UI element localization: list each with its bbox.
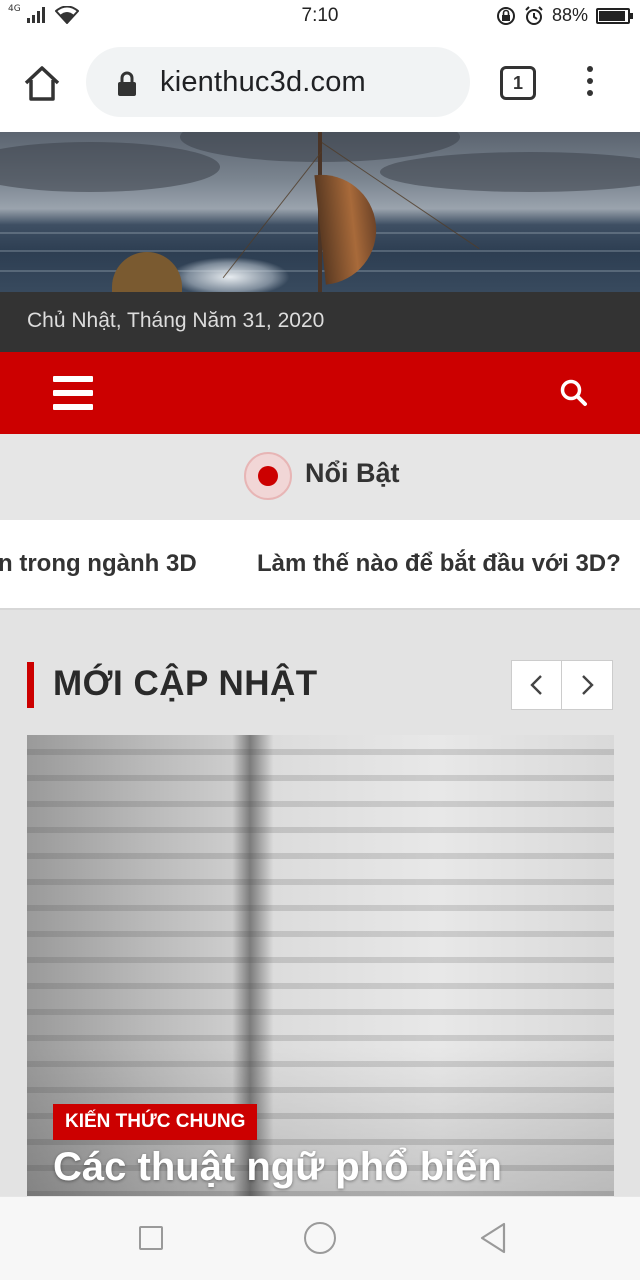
carousel-next-button[interactable]: [562, 660, 613, 710]
hero-banner-image: [0, 132, 640, 292]
hamburger-line: [53, 390, 93, 396]
home-button[interactable]: [20, 64, 64, 104]
browser-toolbar: kienthuc3d.com 1: [0, 36, 640, 132]
ship-sail: [314, 169, 382, 285]
section-accent-bar: [27, 662, 34, 708]
more-vert-icon: [587, 66, 593, 72]
system-navigation-bar: [0, 1196, 640, 1280]
recent-apps-button[interactable]: [139, 1226, 163, 1250]
rotation-lock-icon: [496, 6, 515, 25]
home-icon: [24, 66, 60, 101]
news-ticker: n trong ngành 3D Làm thế nào để bắt đầu …: [0, 520, 640, 610]
battery-level: [599, 10, 626, 21]
carousel-controls: [511, 660, 614, 710]
ticker-item[interactable]: n trong ngành 3D: [0, 550, 197, 578]
battery-icon: [596, 7, 633, 24]
alarm-icon: [525, 5, 543, 25]
featured-article-card[interactable]: KIẾN THỨC CHUNG Các thuật ngữ phổ biến: [27, 735, 614, 1196]
tab-count: 1: [512, 73, 523, 93]
status-bar: 4G 7:10 88%: [0, 0, 640, 36]
menu-hamburger-icon[interactable]: [53, 376, 93, 410]
more-menu-button[interactable]: [582, 66, 598, 100]
back-icon[interactable]: [478, 1221, 508, 1255]
hamburger-line: [53, 376, 93, 382]
carousel-prev-button[interactable]: [511, 660, 562, 710]
ticker-item[interactable]: Làm thế nào để bắt đầu với 3D?: [257, 550, 621, 578]
live-dot-icon: [244, 452, 292, 500]
main-navigation: [0, 352, 640, 434]
menu-dot: [587, 90, 593, 96]
search-button[interactable]: [558, 377, 590, 409]
hamburger-line: [53, 404, 93, 410]
status-right: 88%: [496, 5, 633, 26]
address-bar[interactable]: kienthuc3d.com: [86, 47, 470, 117]
url-text: kienthuc3d.com: [160, 66, 366, 98]
article-title[interactable]: Các thuật ngữ phổ biến: [53, 1145, 502, 1190]
current-date: Chủ Nhật, Tháng Năm 31, 2020: [27, 309, 325, 332]
category-badge[interactable]: KIẾN THỨC CHUNG: [53, 1104, 258, 1140]
chevron-right-icon: [582, 675, 594, 695]
search-icon: [560, 379, 587, 406]
featured-header: Nổi Bật: [0, 434, 640, 520]
date-bar: Chủ Nhật, Tháng Năm 31, 2020: [0, 292, 640, 352]
chevron-left-icon: [529, 675, 542, 695]
cloud: [380, 152, 640, 192]
section-title: MỚI CẬP NHẬT: [53, 664, 318, 703]
cloud: [0, 142, 220, 192]
lock-icon: [118, 71, 136, 96]
latest-updates-section: MỚI CẬP NHẬT KIẾN THỨC CHUNG Các thuật n…: [0, 610, 640, 1196]
menu-dot: [587, 78, 593, 84]
water-splash: [170, 257, 290, 292]
home-system-button[interactable]: [304, 1222, 336, 1254]
battery-percent: 88%: [551, 5, 588, 25]
featured-label: Nổi Bật: [305, 458, 400, 488]
tab-switcher-button[interactable]: 1: [500, 66, 536, 100]
